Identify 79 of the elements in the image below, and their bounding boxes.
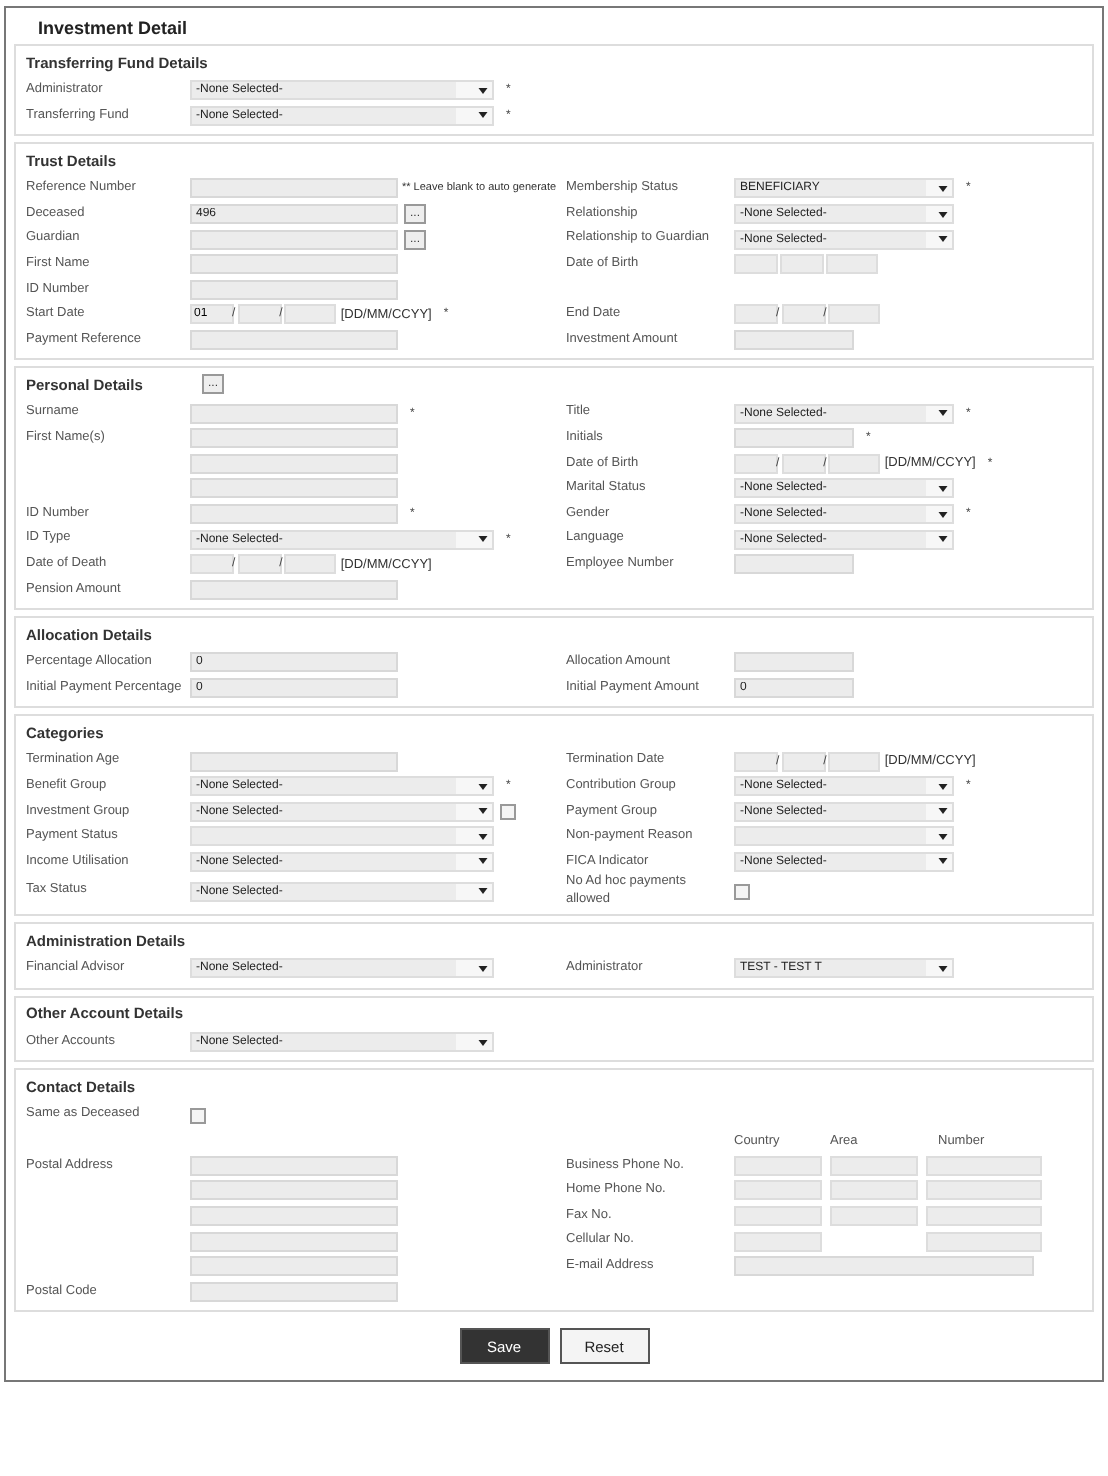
date-month-field[interactable] xyxy=(781,304,826,325)
text-field[interactable] xyxy=(734,554,854,575)
caret-icon xyxy=(478,783,488,790)
text-field[interactable] xyxy=(190,1155,398,1176)
date-month-field[interactable] xyxy=(237,304,282,325)
caret-icon xyxy=(938,536,948,543)
date-year-field[interactable] xyxy=(828,453,881,474)
phone-number-field[interactable] xyxy=(926,1231,1042,1252)
caret-icon xyxy=(938,236,948,243)
date-year-field[interactable] xyxy=(284,554,337,575)
country-code-field[interactable] xyxy=(734,1180,822,1201)
date-year-field[interactable] xyxy=(284,304,337,325)
caret-icon xyxy=(478,833,488,840)
caret-icon xyxy=(478,87,488,94)
dropdown[interactable] xyxy=(190,826,494,847)
text-field[interactable] xyxy=(190,254,398,275)
text-field[interactable] xyxy=(190,453,398,474)
text-field[interactable] xyxy=(190,1231,398,1252)
checkbox[interactable] xyxy=(734,883,750,900)
text-field[interactable] xyxy=(190,1180,398,1201)
phone-number-field[interactable] xyxy=(926,1205,1042,1226)
email-field[interactable] xyxy=(734,1256,1034,1277)
date-day-field[interactable] xyxy=(734,751,778,772)
text-field[interactable] xyxy=(190,1205,398,1226)
date-year-field[interactable] xyxy=(828,304,881,325)
text-field[interactable] xyxy=(190,1256,398,1277)
country-code-field[interactable] xyxy=(734,1205,822,1226)
page-title: Investment Detail xyxy=(36,16,190,42)
text-field[interactable] xyxy=(190,504,398,525)
text-field[interactable] xyxy=(190,229,398,250)
date-day-field[interactable] xyxy=(190,554,234,575)
text-field[interactable] xyxy=(190,1281,398,1302)
date-month-field[interactable] xyxy=(780,254,824,275)
text-field[interactable] xyxy=(190,579,398,600)
area-code-field[interactable] xyxy=(830,1180,918,1201)
phone-number-field[interactable] xyxy=(926,1180,1042,1201)
caret-icon xyxy=(938,485,948,492)
caret-icon xyxy=(478,888,488,895)
phone-number-field[interactable] xyxy=(926,1155,1042,1176)
caret-icon xyxy=(938,410,948,417)
area-code-field[interactable] xyxy=(830,1155,918,1176)
date-month-field[interactable] xyxy=(781,453,826,474)
date-year-field[interactable] xyxy=(828,751,881,772)
caret-icon xyxy=(478,1039,488,1046)
caret-icon xyxy=(938,783,948,790)
caret-icon xyxy=(938,808,948,815)
text-field[interactable] xyxy=(734,428,854,449)
caret-icon xyxy=(938,511,948,518)
text-field[interactable] xyxy=(190,279,398,300)
date-day-field[interactable] xyxy=(734,453,778,474)
text-field[interactable] xyxy=(190,478,398,499)
text-field[interactable] xyxy=(190,751,398,772)
text-field[interactable] xyxy=(190,403,398,424)
text-field[interactable] xyxy=(190,330,398,351)
text-field[interactable] xyxy=(734,652,854,673)
checkbox[interactable] xyxy=(190,1107,206,1124)
caret-icon xyxy=(478,808,488,815)
dropdown[interactable] xyxy=(734,826,954,847)
country-code-field[interactable] xyxy=(734,1155,822,1176)
caret-icon xyxy=(478,858,488,865)
date-year-field[interactable] xyxy=(826,254,878,275)
checkbox[interactable] xyxy=(500,803,516,820)
caret-icon xyxy=(478,965,488,972)
caret-icon xyxy=(478,112,488,119)
caret-icon xyxy=(478,536,488,543)
text-field[interactable] xyxy=(190,178,398,199)
country-code-field[interactable] xyxy=(734,1231,822,1252)
date-day-field[interactable] xyxy=(734,254,778,275)
caret-icon xyxy=(938,185,948,192)
caret-icon xyxy=(938,858,948,865)
caret-icon xyxy=(938,833,948,840)
area-code-field[interactable] xyxy=(830,1205,918,1226)
date-month-field[interactable] xyxy=(237,554,282,575)
caret-icon xyxy=(938,965,948,972)
text-field[interactable] xyxy=(734,330,854,351)
caret-icon xyxy=(938,211,948,218)
date-month-field[interactable] xyxy=(781,751,826,772)
text-field[interactable] xyxy=(190,428,398,449)
date-day-field[interactable] xyxy=(734,304,778,325)
